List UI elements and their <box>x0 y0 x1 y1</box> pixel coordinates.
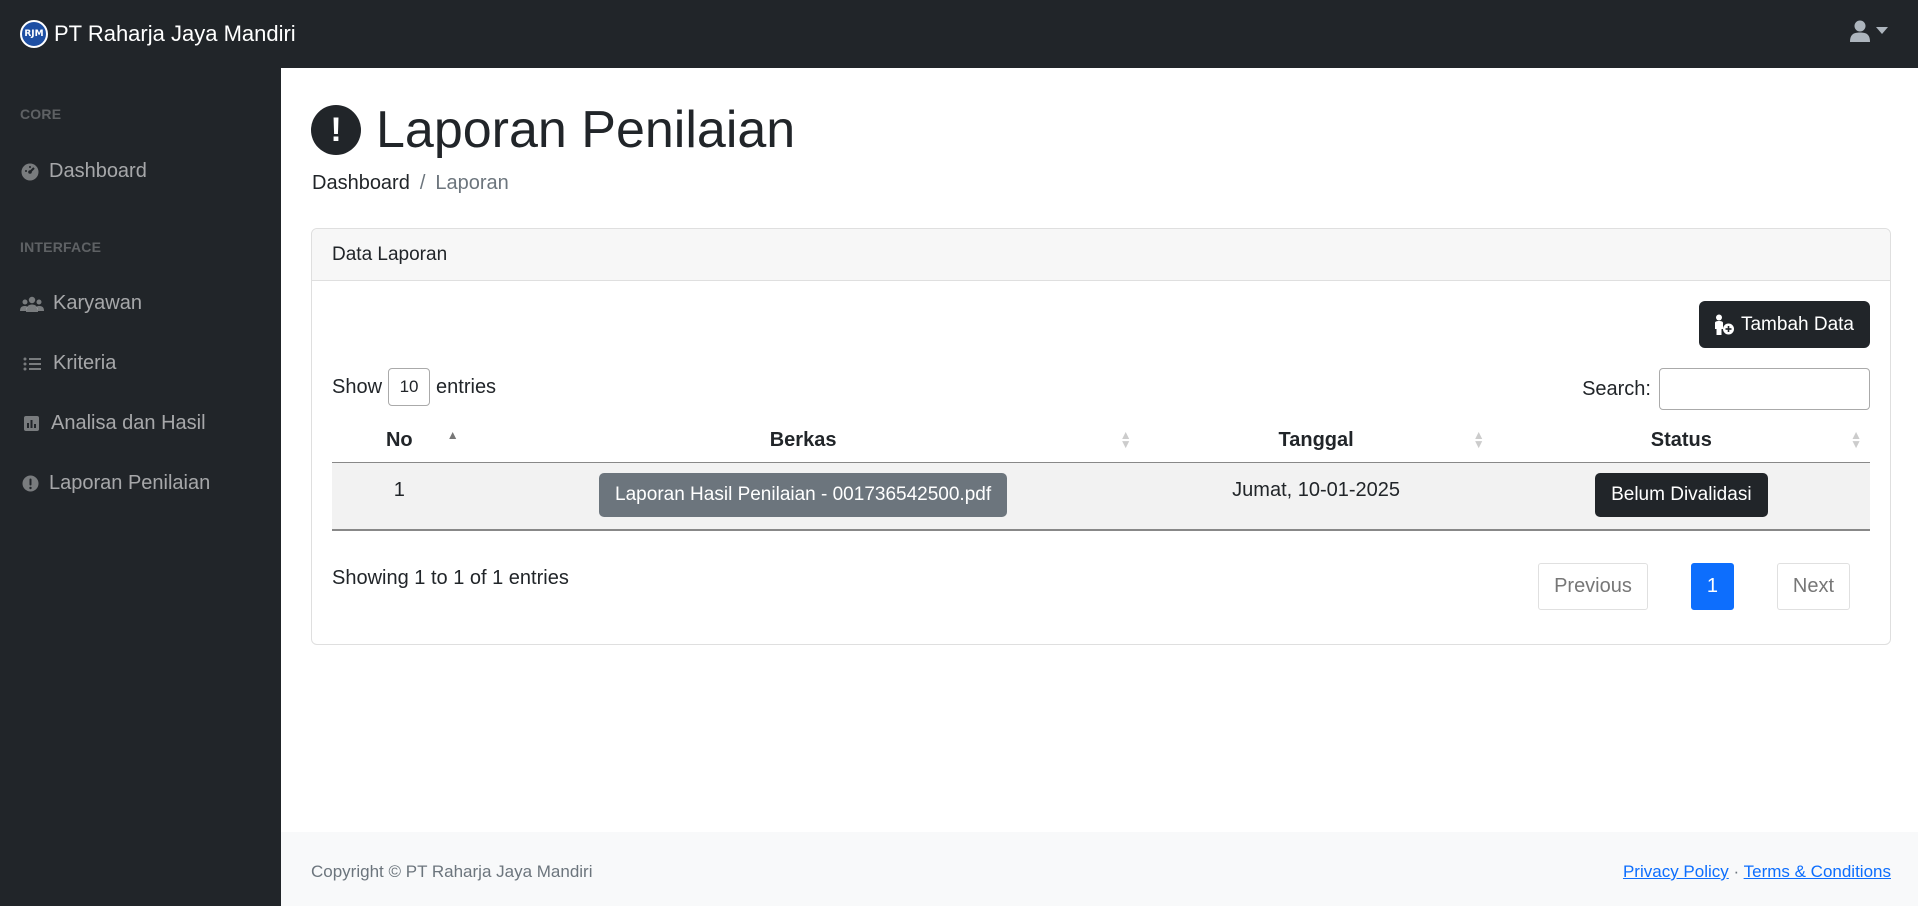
tachometer-icon <box>20 162 40 182</box>
page-1-button[interactable]: 1 <box>1690 563 1734 610</box>
breadcrumb: Dashboard / Laporan <box>312 172 509 195</box>
sidebar-item-label: Kriteria <box>53 352 117 374</box>
users-icon <box>20 294 44 314</box>
sort-icon: ▲ ▼ <box>1119 428 1132 451</box>
sidebar-heading-interface: Interface <box>20 239 102 255</box>
user-icon <box>1850 20 1870 42</box>
show-label: Show <box>332 375 383 398</box>
add-data-button[interactable]: Tambah Data <box>1698 301 1870 348</box>
data-card: Data Laporan Tambah Data Show 10 entries… <box>311 228 1891 645</box>
top-navbar: RJM PT Raharja Jaya Mandiri <box>0 0 1918 68</box>
sidebar: Core Dashboard Interface Karyawan Kriter… <box>0 68 281 906</box>
sidebar-heading-core: Core <box>20 106 62 122</box>
cell-no: 1 <box>332 462 467 531</box>
company-logo: RJM <box>20 20 48 48</box>
previous-button[interactable]: Previous <box>1538 563 1648 610</box>
brand-link[interactable]: RJM PT Raharja Jaya Mandiri <box>20 20 296 48</box>
footer-links: Privacy Policy · Terms & Conditions <box>1623 862 1891 882</box>
breadcrumb-home[interactable]: Dashboard <box>312 172 410 195</box>
sidebar-item-label: Analisa dan Hasil <box>51 412 206 434</box>
caret-down-icon <box>1876 27 1888 34</box>
table-row: 1 Laporan Hasil Penilaian - 001736542500… <box>332 462 1870 531</box>
column-header-tanggal[interactable]: Tanggal ▲ ▼ <box>1139 419 1493 463</box>
sidebar-item-analisa[interactable]: Analisa dan Hasil <box>20 412 206 435</box>
search-control: Search: <box>1582 368 1870 410</box>
column-header-status[interactable]: Status ▲ ▼ <box>1492 419 1870 463</box>
privacy-policy-link[interactable]: Privacy Policy <box>1623 862 1729 881</box>
sidebar-item-label: Dashboard <box>49 160 147 182</box>
copyright-text: Copyright © PT Raharja Jaya Mandiri <box>311 862 593 881</box>
bar-chart-icon <box>20 414 42 434</box>
cell-berkas: Laporan Hasil Penilaian - 001736542500.p… <box>466 462 1140 531</box>
main-content: ! Laporan Penilaian Dashboard / Laporan … <box>281 68 1918 906</box>
brand-name: PT Raharja Jaya Mandiri <box>54 21 296 46</box>
page-title-text: Laporan Penilaian <box>376 101 796 159</box>
cell-tanggal: Jumat, 10-01-2025 <box>1139 462 1493 531</box>
user-plus-icon <box>1714 314 1734 335</box>
entries-length-control: Show 10 entries <box>332 368 496 406</box>
pagination: Previous 1 Next <box>1538 563 1850 610</box>
search-label: Search: <box>1582 377 1651 400</box>
breadcrumb-current: Laporan <box>435 172 509 194</box>
breadcrumb-separator: / <box>419 172 426 194</box>
sort-icon: ▲ ▼ <box>1850 428 1862 451</box>
page-title: ! Laporan Penilaian <box>311 100 795 160</box>
sidebar-item-dashboard[interactable]: Dashboard <box>20 160 147 183</box>
entries-select[interactable]: 10 <box>388 368 431 406</box>
laporan-table: No ▲ Berkas ▲ ▼ Tanggal ▲ ▼ Status ▲ ▼ 1… <box>332 419 1870 531</box>
sidebar-item-karyawan[interactable]: Karyawan <box>20 292 142 315</box>
list-icon <box>20 354 44 374</box>
exclamation-circle-icon <box>20 474 40 494</box>
column-header-berkas[interactable]: Berkas ▲ ▼ <box>466 419 1140 463</box>
status-button[interactable]: Belum Divalidasi <box>1595 472 1768 517</box>
add-data-label: Tambah Data <box>1740 313 1854 335</box>
entries-label: entries <box>436 375 497 398</box>
table-info: Showing 1 to 1 of 1 entries <box>332 567 569 589</box>
sort-icon: ▲ ▼ <box>1472 428 1485 451</box>
search-input[interactable] <box>1659 368 1870 410</box>
footer: Copyright © PT Raharja Jaya Mandiri Priv… <box>281 832 1918 906</box>
sidebar-item-kriteria[interactable]: Kriteria <box>20 352 116 375</box>
card-header: Data Laporan <box>312 229 1890 281</box>
next-button[interactable]: Next <box>1776 563 1850 610</box>
sort-icon: ▲ <box>446 428 459 442</box>
sidebar-item-label: Laporan Penilaian <box>49 472 211 494</box>
exclamation-circle-icon: ! <box>311 105 361 155</box>
cell-status: Belum Divalidasi <box>1492 462 1870 531</box>
column-header-no[interactable]: No ▲ <box>332 419 467 463</box>
footer-separator: · <box>1733 862 1740 881</box>
terms-link[interactable]: Terms & Conditions <box>1744 862 1891 881</box>
file-download-button[interactable]: Laporan Hasil Penilaian - 001736542500.p… <box>599 472 1008 517</box>
table-header-row: No ▲ Berkas ▲ ▼ Tanggal ▲ ▼ Status ▲ ▼ <box>332 419 1870 463</box>
sidebar-item-laporan[interactable]: Laporan Penilaian <box>20 472 210 495</box>
sidebar-item-label: Karyawan <box>53 292 142 314</box>
user-menu-toggle[interactable] <box>1850 20 1888 42</box>
